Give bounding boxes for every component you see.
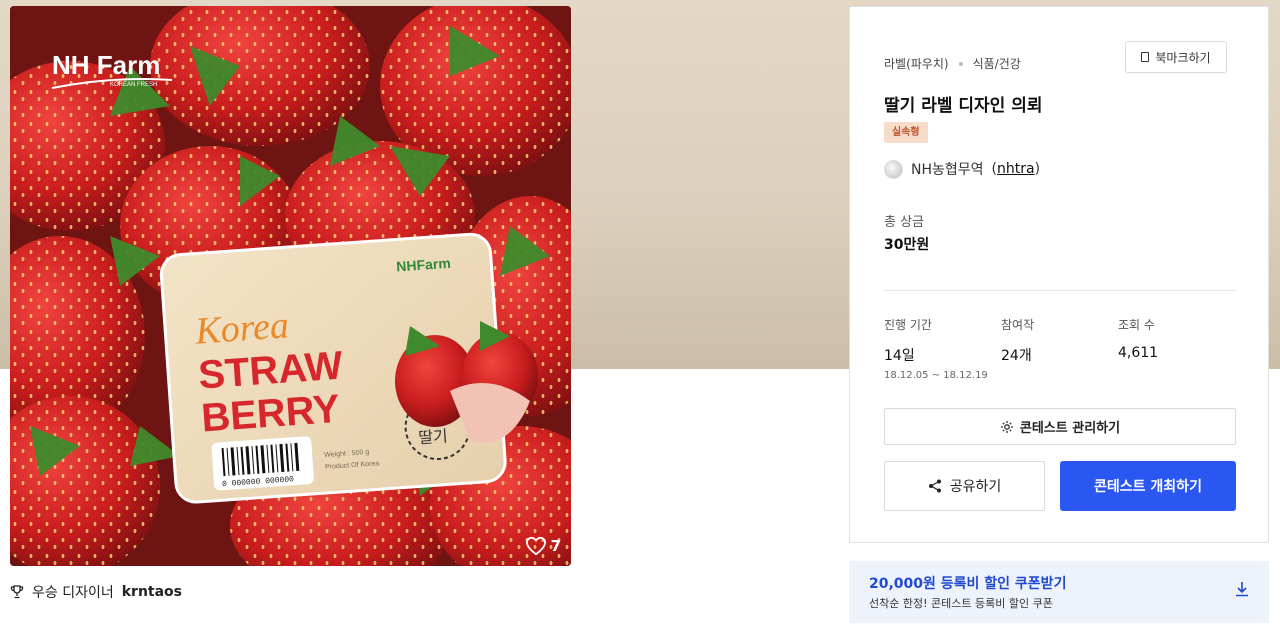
coupon-title: 20,000원 등록비 할인 쿠폰받기 [869,576,1067,592]
manage-contest-label: 콘테스트 관리하기 [1019,421,1121,436]
share-label: 공유하기 [949,479,1002,495]
winner-designer: 우승 디자이너 krntaos [10,582,182,602]
like-count: 7 [550,537,561,555]
stat-value: 4,611 [1118,345,1159,361]
stat-date-range: 18.12.05 ~ 18.12.19 [884,370,988,381]
coupon-subtitle: 선착순 한정! 콘테스트 등록비 할인 쿠폰 [869,597,1053,610]
host-info: NH농협무역 (nhtra) [884,159,1040,179]
stat-value: 14일 [884,348,915,364]
host-avatar [884,159,903,179]
stamp-text-2: 딸기 [418,426,449,447]
prize-value: 30만원 [884,237,930,253]
label-korea-text: Korea [193,304,290,352]
breadcrumb-category-1[interactable]: 라벨(파우치) [884,55,949,72]
stat-entries: 참여작 24개 [1001,316,1034,365]
stat-label: 진행 기간 [884,318,932,332]
bookmark-button[interactable]: 북마크하기 [1125,41,1227,73]
plan-badge: 실속형 [884,122,928,143]
divider [884,290,1236,291]
gear-icon [1000,420,1013,433]
manage-contest-button[interactable]: 콘테스트 관리하기 [884,408,1236,445]
brand-tagline: KOREAN FRESH [110,82,157,88]
winner-name[interactable]: krntaos [122,584,182,600]
strawberry-label-artwork: NHFarm Korea STRAW BERRY 0 000000 000000… [10,6,571,566]
brand-logo: NH Farm [52,50,160,80]
stat-label: 조회 수 [1118,318,1155,332]
share-button[interactable]: 공유하기 [884,461,1045,511]
prize-label: 총 상금 [884,215,925,230]
host-handle-link[interactable]: nhtra [997,161,1035,177]
trophy-icon [10,585,24,599]
coupon-banner[interactable]: 20,000원 등록비 할인 쿠폰받기 선착순 한정! 콘테스트 등록비 할인 … [849,561,1269,623]
stat-duration: 진행 기간 14일 18.12.05 ~ 18.12.19 [884,316,988,381]
stat-label: 참여작 [1001,318,1035,332]
breadcrumb-category-2[interactable]: 식품/건강 [973,55,1021,72]
winner-prefix: 우승 디자이너 [32,585,114,601]
share-icon [928,479,941,493]
contest-info-panel: 라벨(파우치) 식품/건강 북마크하기 딸기 라벨 디자인 의뢰 실속형 NH농… [849,6,1269,543]
stat-views: 조회 수 4,611 [1118,316,1158,361]
host-contest-button[interactable]: 콘테스트 개최하기 [1060,461,1236,511]
breadcrumb: 라벨(파우치) 식품/건강 [884,55,1021,72]
bookmark-icon [1141,52,1150,62]
like-counter[interactable]: 7 [525,536,561,556]
contest-title: 딸기 라벨 디자인 의뢰 [884,96,1043,116]
download-icon[interactable] [1235,581,1249,597]
host-name: NH농협무역 [911,162,984,178]
stat-value: 24개 [1001,348,1032,364]
heart-outline-icon[interactable] [525,536,547,556]
bookmark-label: 북마크하기 [1155,50,1211,65]
product-image[interactable]: NHFarm Korea STRAW BERRY 0 000000 000000… [10,6,571,566]
breadcrumb-separator [958,61,963,66]
